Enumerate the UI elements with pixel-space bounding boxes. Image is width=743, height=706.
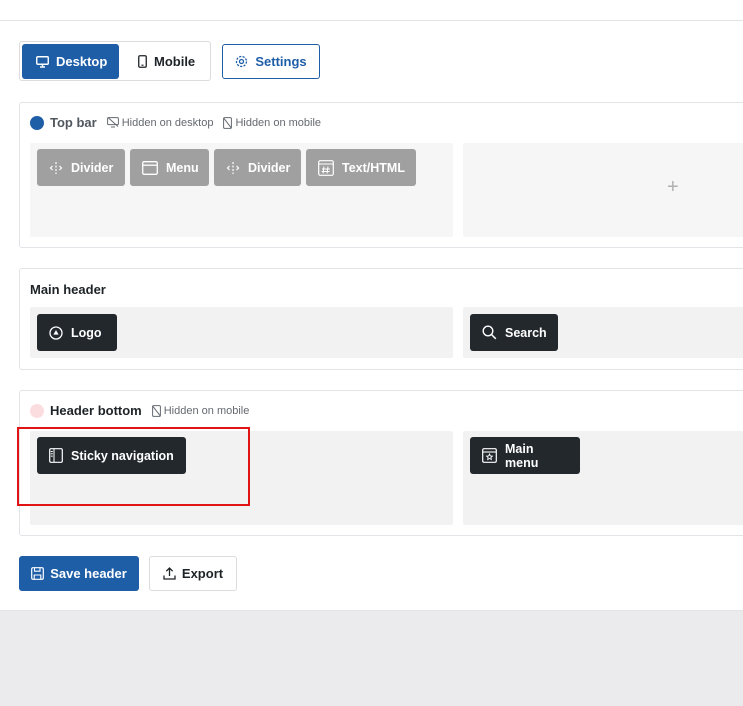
- save-header-label: Save header: [50, 566, 127, 581]
- search-chip[interactable]: Search: [470, 314, 558, 351]
- phone-off-icon: [223, 116, 233, 129]
- divider-icon: [49, 161, 63, 175]
- monitor-off-icon: [106, 117, 119, 128]
- main-header-section: Main header Logo Search: [19, 268, 743, 370]
- top-bar-right-zone[interactable]: [463, 143, 743, 237]
- divider-chip[interactable]: Divider: [37, 149, 125, 186]
- header-bottom-header: Header bottom Hidden on mobile: [30, 403, 249, 418]
- phone-icon: [138, 55, 147, 68]
- monitor-icon: [36, 55, 49, 68]
- menu-label: Menu: [166, 160, 199, 175]
- hidden-mobile-note: Hidden on mobile: [223, 117, 321, 129]
- header-bottom-title: Header bottom: [50, 403, 142, 418]
- divider-icon: [226, 161, 240, 175]
- menu-window-icon: [142, 160, 158, 175]
- search-label: Search: [505, 325, 547, 340]
- sticky-navigation-chip[interactable]: Sticky navigation: [37, 437, 186, 474]
- divider-chip-2[interactable]: Divider: [214, 149, 301, 186]
- sidebar-panel-icon: [49, 448, 63, 463]
- settings-label: Settings: [255, 54, 307, 69]
- hash-code-icon: [318, 159, 334, 176]
- sticky-navigation-label: Sticky navigation: [71, 448, 174, 463]
- header-bottom-section: Header bottom Hidden on mobile Sticky na…: [19, 390, 743, 536]
- phone-off-icon: [151, 404, 161, 417]
- status-dot: [30, 115, 44, 130]
- top-bar-header: Top bar Hidden on desktop Hidden on mobi…: [30, 115, 321, 130]
- header-builder-panel: Desktop Mobile Settings Top bar Hidden o…: [0, 0, 743, 611]
- hidden-mobile-label: Hidden on mobile: [235, 116, 322, 129]
- main-menu-label: Main menu: [505, 441, 539, 470]
- text-html-label: Text/HTML: [342, 160, 405, 175]
- export-button[interactable]: Export: [149, 556, 237, 591]
- desktop-label: Desktop: [56, 54, 108, 69]
- settings-button[interactable]: Settings: [222, 44, 320, 79]
- top-bar-title: Top bar: [50, 115, 97, 130]
- status-dot: [30, 403, 44, 418]
- device-toggle: Desktop Mobile: [19, 41, 211, 81]
- menu-chip[interactable]: Menu: [130, 149, 209, 186]
- main-header-header: Main header: [30, 282, 106, 297]
- desktop-button[interactable]: Desktop: [22, 44, 119, 79]
- mobile-button[interactable]: Mobile: [124, 44, 210, 79]
- upload-icon: [163, 567, 176, 580]
- top-bar-section: Top bar Hidden on desktop Hidden on mobi…: [19, 102, 743, 248]
- hidden-mobile-note: Hidden on mobile: [151, 404, 250, 417]
- search-icon: [482, 325, 497, 340]
- mobile-label: Mobile: [154, 54, 196, 69]
- logo-chip[interactable]: Logo: [37, 314, 117, 351]
- gear-icon: [235, 55, 248, 68]
- main-header-title: Main header: [30, 282, 106, 297]
- hidden-desktop-label: Hidden on desktop: [121, 116, 214, 129]
- main-menu-chip[interactable]: Main menu: [470, 437, 580, 474]
- top-divider: [0, 20, 743, 21]
- divider-label: Divider: [71, 160, 114, 175]
- save-disk-icon: [31, 567, 45, 580]
- logo-label: Logo: [71, 325, 102, 340]
- logo-icon: [49, 325, 63, 340]
- export-label: Export: [181, 566, 224, 581]
- divider-label: Divider: [248, 160, 291, 175]
- menu-star-icon: [482, 448, 497, 463]
- text-html-chip[interactable]: Text/HTML: [306, 149, 416, 186]
- hidden-desktop-note: Hidden on desktop: [106, 116, 214, 129]
- hidden-mobile-label: Hidden on mobile: [163, 404, 250, 417]
- add-item-plus-icon[interactable]: +: [667, 176, 679, 199]
- save-header-button[interactable]: Save header: [19, 556, 139, 591]
